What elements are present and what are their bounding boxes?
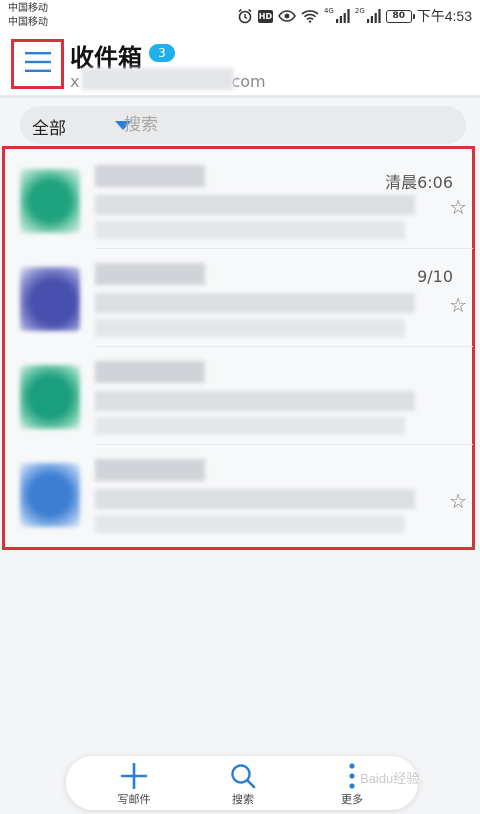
mail-item[interactable]: 9/10 ☆ [10, 251, 473, 347]
signal-icon-2 [366, 9, 381, 23]
mail-item[interactable] [10, 349, 473, 445]
subject-redacted [95, 489, 415, 509]
signal-icon-1 [335, 9, 350, 23]
search-button[interactable]: 搜索 [193, 756, 293, 810]
menu-button[interactable] [14, 42, 61, 86]
mail-list: 清晨6:06 ☆ 9/10 ☆ ☆ [2, 146, 475, 550]
plus-icon [120, 762, 148, 790]
app-header: 收件箱 3 x com [0, 34, 480, 96]
search-icon [229, 762, 257, 790]
row-divider [95, 248, 473, 249]
subject-redacted [95, 293, 415, 313]
folder-filter-dropdown[interactable]: 全部 [32, 114, 66, 139]
compose-label: 写邮件 [117, 793, 151, 806]
status-bar: 中国移动 中国移动 HD 4G 2G 80 下午4:53 [0, 0, 480, 34]
status-time: 下午4:53 [416, 8, 472, 24]
mail-time: 清晨6:06 [385, 173, 453, 192]
subject-redacted [95, 391, 415, 411]
compose-button[interactable]: 写邮件 [84, 756, 184, 810]
preview-redacted [95, 515, 405, 533]
account-email-prefix: x [70, 72, 80, 91]
carrier-label-1: 中国移动 [8, 3, 48, 14]
row-divider [95, 346, 473, 347]
sender-name-redacted [95, 263, 205, 285]
hd-icon: HD [257, 9, 273, 23]
sender-name-redacted [95, 165, 205, 187]
mail-item[interactable]: 清晨6:06 ☆ [10, 153, 473, 249]
preview-redacted [95, 417, 405, 435]
star-icon[interactable]: ☆ [449, 489, 467, 513]
preview-redacted [95, 319, 405, 337]
subject-redacted [95, 195, 415, 215]
row-divider [95, 444, 473, 445]
account-email-suffix: com [231, 72, 266, 91]
network-type-2: 2G [354, 7, 365, 15]
star-icon[interactable]: ☆ [449, 293, 467, 317]
mail-time: 9/10 [417, 267, 453, 286]
search-input[interactable] [124, 112, 444, 138]
header-divider [0, 95, 480, 98]
sender-name-redacted [95, 459, 205, 481]
carrier-label-2: 中国移动 [8, 17, 48, 28]
search-label: 搜索 [232, 793, 254, 806]
unread-count-badge: 3 [149, 44, 175, 62]
sender-name-redacted [95, 361, 205, 383]
sender-avatar [20, 267, 80, 331]
watermark-logo: Baidu经验 [360, 771, 420, 786]
alarm-clock-icon [237, 8, 253, 24]
more-label: 更多 [341, 793, 363, 806]
network-type-1: 4G [323, 7, 334, 15]
star-icon[interactable]: ☆ [449, 195, 467, 219]
mail-item[interactable]: ☆ [10, 447, 473, 543]
wifi-icon [301, 9, 319, 23]
hamburger-menu-icon [24, 52, 51, 76]
sender-avatar [20, 169, 80, 233]
preview-redacted [95, 221, 405, 239]
status-icons: HD 4G 2G 80 下午4:53 [237, 7, 472, 25]
sender-avatar [20, 463, 80, 527]
battery-icon: 80 [385, 9, 415, 23]
account-email-redaction [82, 68, 234, 90]
filter-search-bar: 全部 [20, 106, 466, 144]
eye-icon [278, 9, 296, 23]
sender-avatar [20, 365, 80, 429]
